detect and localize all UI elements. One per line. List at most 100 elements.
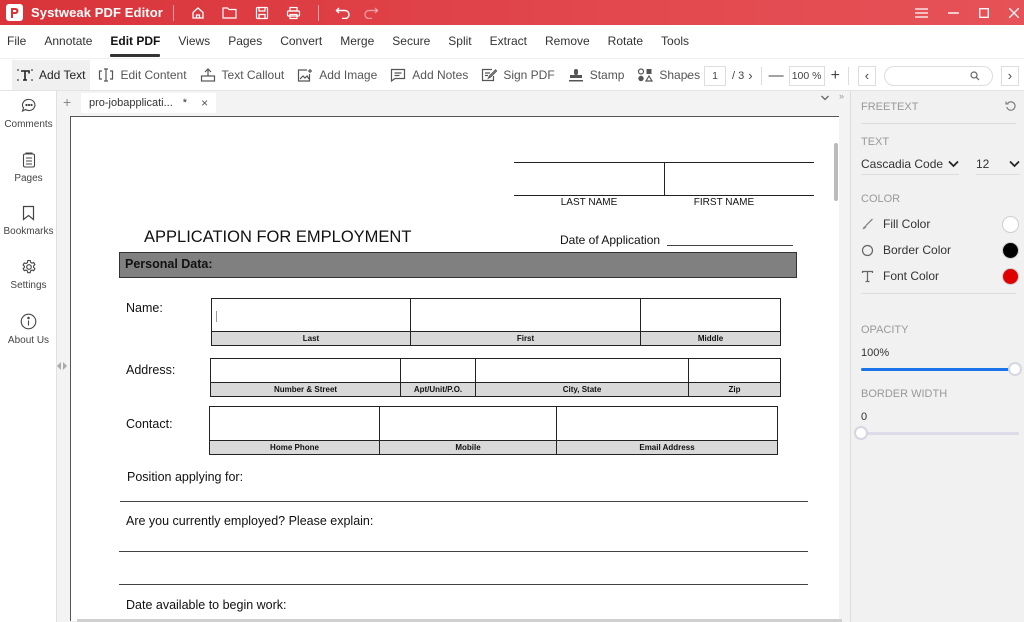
middle-name-field[interactable] <box>640 299 780 331</box>
search-input[interactable] <box>883 65 993 86</box>
reset-icon[interactable] <box>1005 100 1017 112</box>
sidebar-item-settings[interactable]: Settings <box>0 259 57 291</box>
tabs-dropdown-icon[interactable] <box>820 94 830 102</box>
home-icon[interactable] <box>184 2 212 24</box>
next-page-icon[interactable]: › <box>748 68 752 83</box>
document-tab[interactable]: pro-jobapplicati... * × <box>81 93 216 113</box>
close-icon[interactable] <box>998 0 1024 25</box>
menu-convert[interactable]: Convert <box>280 25 322 58</box>
undo-icon[interactable] <box>329 2 357 24</box>
opacity-value: 100% <box>861 347 890 359</box>
redo-icon[interactable] <box>357 2 385 24</box>
employed-line-1[interactable] <box>119 551 808 552</box>
street-field[interactable] <box>211 359 400 382</box>
last-name-field[interactable] <box>212 299 410 331</box>
brush-icon <box>862 218 873 230</box>
sidebar-item-bookmarks[interactable]: Bookmarks <box>0 205 57 237</box>
employed-label: Are you currently employed? Please expla… <box>126 514 374 528</box>
zoom-out-icon[interactable]: — <box>769 67 784 84</box>
search-icon <box>970 70 980 80</box>
column-caption: Number & Street <box>273 385 338 394</box>
position-line[interactable] <box>120 501 808 502</box>
folder-icon[interactable] <box>216 2 244 24</box>
employed-line-2[interactable] <box>119 584 808 585</box>
add-text-button[interactable]: Add Text <box>12 59 91 90</box>
font-color-row[interactable]: Font Color <box>861 269 939 283</box>
apt-field[interactable] <box>400 359 475 382</box>
zoom-in-icon[interactable]: + <box>831 67 840 85</box>
color-heading: COLOR <box>861 193 901 205</box>
menu-split[interactable]: Split <box>448 25 471 58</box>
fill-color-swatch[interactable] <box>1002 216 1019 233</box>
add-image-button[interactable]: Add Image <box>292 60 382 90</box>
maximize-icon[interactable] <box>968 0 1000 25</box>
menu-rotate[interactable]: Rotate <box>608 25 643 58</box>
border-width-heading: BORDER WIDTH <box>861 388 948 400</box>
divider <box>317 4 319 21</box>
menu-merge[interactable]: Merge <box>340 25 374 58</box>
add-notes-button[interactable]: Add Notes <box>385 60 473 90</box>
column-caption: City, State <box>475 383 688 396</box>
font-size-select[interactable]: 12 <box>976 157 1020 175</box>
menu-secure[interactable]: Secure <box>392 25 430 58</box>
city-state-field[interactable] <box>475 359 688 382</box>
menu-tools[interactable]: Tools <box>661 25 689 58</box>
menu-icon[interactable] <box>905 0 937 25</box>
vertical-scrollbar[interactable] <box>834 143 838 201</box>
mobile-field[interactable] <box>379 407 556 440</box>
edit-content-icon <box>98 67 114 82</box>
search-next-button[interactable]: › <box>1000 65 1019 86</box>
prev-page-icon[interactable]: ‹ <box>686 68 700 83</box>
sidebar-resize-handle[interactable] <box>57 361 69 375</box>
zoom-input[interactable]: 100 % <box>788 65 825 86</box>
save-icon[interactable] <box>248 2 276 24</box>
fill-color-row[interactable]: Fill Color <box>861 217 930 231</box>
search-prev-button[interactable]: ‹ <box>857 65 876 86</box>
border-color-swatch[interactable] <box>1002 242 1019 259</box>
page-number-input[interactable]: 1 <box>704 65 726 86</box>
opacity-slider-thumb[interactable] <box>1008 362 1022 376</box>
text-callout-icon <box>200 67 216 82</box>
sidebar-item-comments[interactable]: Comments <box>0 98 57 130</box>
email-field[interactable] <box>556 407 777 440</box>
document-area: + pro-jobapplicati... * × LAST NAME FIRS… <box>57 91 850 622</box>
menu-remove[interactable]: Remove <box>545 25 590 58</box>
column-caption: Email Address <box>556 441 777 454</box>
name-label: Name: <box>126 301 163 315</box>
add-text-icon <box>17 68 33 82</box>
menu-extract[interactable]: Extract <box>490 25 527 58</box>
chevron-down-icon <box>1009 160 1020 168</box>
print-icon[interactable] <box>280 2 308 24</box>
menu-file[interactable]: File <box>7 25 26 58</box>
first-name-field[interactable] <box>410 299 640 331</box>
menu-views[interactable]: Views <box>178 25 210 58</box>
font-color-swatch[interactable] <box>1002 268 1019 285</box>
chevron-down-icon <box>948 160 959 168</box>
sidebar-item-pages[interactable]: Pages <box>0 152 57 184</box>
menu-edit-pdf[interactable]: Edit PDF <box>110 25 161 58</box>
stamp-button[interactable]: Stamp <box>563 60 630 90</box>
zip-field[interactable] <box>688 359 780 382</box>
sidebar-item-about-us[interactable]: About Us <box>0 313 57 346</box>
home-phone-field[interactable] <box>210 407 379 440</box>
text-cursor <box>216 311 217 322</box>
minimize-icon[interactable] <box>937 0 969 25</box>
menu-pages[interactable]: Pages <box>228 25 262 58</box>
column-caption: Apt/Unit/P.O. <box>400 383 475 396</box>
edit-content-button[interactable]: Edit Content <box>93 60 191 90</box>
text-callout-button[interactable]: Text Callout <box>195 60 290 90</box>
new-tab-icon[interactable]: + <box>63 94 71 110</box>
menu-annotate[interactable]: Annotate <box>44 25 92 58</box>
opacity-slider[interactable] <box>861 368 1015 371</box>
collapse-panel-icon[interactable]: » <box>839 91 844 101</box>
sign-pdf-button[interactable]: Sign PDF <box>476 60 559 90</box>
column-caption: Last <box>302 334 320 343</box>
border-color-row[interactable]: Border Color <box>861 243 951 257</box>
address-label: Address: <box>126 363 176 377</box>
personal-data-section-header: Personal Data: <box>119 252 797 278</box>
font-family-select[interactable]: Cascadia Code <box>861 157 959 175</box>
border-width-slider[interactable] <box>861 432 1019 435</box>
column-caption: Middle <box>640 332 780 345</box>
border-width-slider-thumb[interactable] <box>854 426 868 440</box>
close-tab-icon[interactable]: × <box>201 96 208 110</box>
